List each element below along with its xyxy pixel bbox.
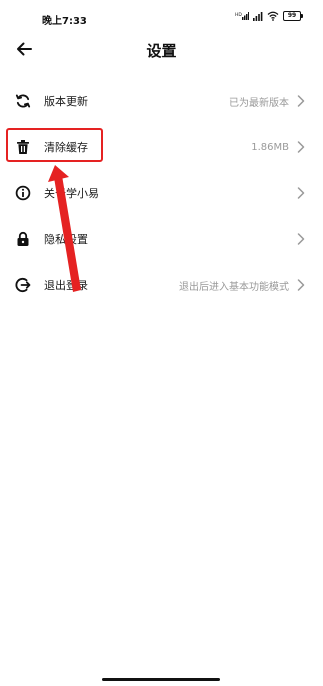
setting-item-version-update[interactable]: 版本更新 已为最新版本 xyxy=(0,78,323,124)
setting-item-about[interactable]: 关于学小易 xyxy=(0,170,323,216)
nav-bar: 设置 xyxy=(0,34,323,64)
page-title: 设置 xyxy=(146,42,177,60)
home-indicator xyxy=(102,678,220,681)
svg-text:HD: HD xyxy=(235,12,242,18)
setting-item-value: 已为最新版本 xyxy=(229,97,289,109)
annotation-highlight-box xyxy=(6,128,103,162)
hd-signal-icon: HD xyxy=(235,12,249,20)
info-icon xyxy=(14,184,32,202)
battery-level: 99 xyxy=(287,12,297,19)
status-icons: HD 99 xyxy=(235,11,303,21)
setting-item-privacy[interactable]: 隐私设置 xyxy=(0,216,323,262)
refresh-icon xyxy=(14,92,32,110)
setting-item-label: 版本更新 xyxy=(44,95,88,108)
setting-item-value: 1.86MB xyxy=(251,141,289,153)
status-time: 晚上7:33 xyxy=(42,16,87,27)
wifi-icon xyxy=(267,11,279,21)
logout-icon xyxy=(14,276,32,294)
setting-item-label: 隐私设置 xyxy=(44,233,88,246)
setting-item-value: 退出后进入基本功能模式 xyxy=(179,281,289,293)
setting-item-logout[interactable]: 退出登录 退出后进入基本功能模式 xyxy=(0,262,323,308)
battery-icon: 99 xyxy=(283,11,303,21)
setting-item-label: 退出登录 xyxy=(44,279,88,292)
lock-icon xyxy=(14,230,32,248)
setting-item-label: 关于学小易 xyxy=(44,187,99,200)
chevron-right-icon xyxy=(295,187,307,199)
chevron-right-icon xyxy=(295,233,307,245)
chevron-right-icon xyxy=(295,95,307,107)
settings-list: 版本更新 已为最新版本 清除缓存 1.86MB 关于学小易 隐私设置 退出登录 … xyxy=(0,78,323,308)
chevron-right-icon xyxy=(295,141,307,153)
signal-icon xyxy=(253,12,263,21)
chevron-right-icon xyxy=(295,279,307,291)
status-bar: 晚上7:33 HD 99 xyxy=(0,0,323,34)
